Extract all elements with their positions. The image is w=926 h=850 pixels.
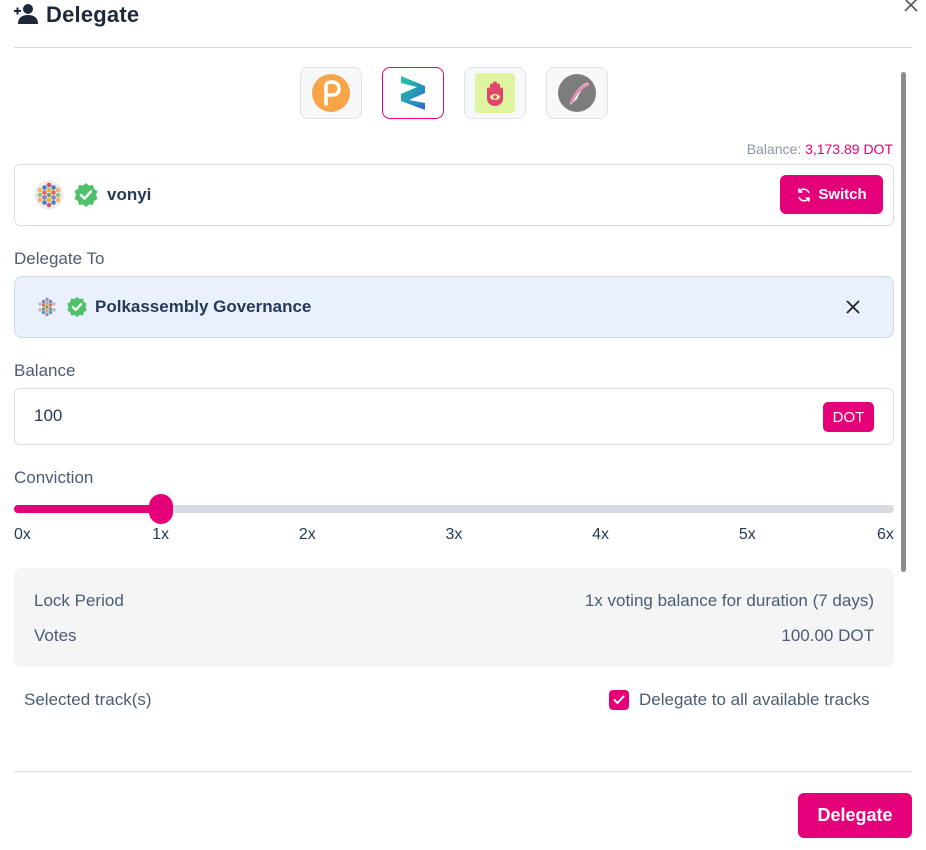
selected-tracks-label: Selected track(s) <box>24 690 152 709</box>
conviction-tick-0x[interactable]: 0x <box>14 526 31 544</box>
balance-label: Balance: <box>746 141 802 157</box>
switch-account-button[interactable]: Switch <box>780 175 883 214</box>
wallet-option-polkadot[interactable] <box>300 67 362 119</box>
lock-period-value: 1x voting balance for duration (7 days) <box>584 591 874 610</box>
conviction-tick-5x[interactable]: 5x <box>739 526 756 544</box>
lock-period-label: Lock Period <box>34 591 124 610</box>
footer-divider <box>14 771 912 772</box>
polkadot-wallet-icon <box>312 74 350 112</box>
delegate-to-name: Polkassembly Governance <box>95 297 312 316</box>
wallet-option-polkagate[interactable] <box>546 67 608 119</box>
talisman-icon <box>475 73 515 113</box>
conviction-tick-3x[interactable]: 3x <box>446 526 463 544</box>
delegate-to-label: Delegate To <box>14 249 105 268</box>
polkagate-icon <box>558 74 596 112</box>
refresh-icon <box>798 187 811 202</box>
wallet-option-subwallet[interactable] <box>382 67 444 119</box>
conviction-tick-1x[interactable]: 1x <box>152 526 169 544</box>
wallet-option-talisman[interactable] <box>464 67 526 119</box>
votes-label: Votes <box>34 626 77 645</box>
verified-icon <box>67 296 87 318</box>
all-tracks-checkbox[interactable] <box>609 690 629 710</box>
identicon-avatar <box>36 296 58 318</box>
conviction-tick-6x[interactable]: 6x <box>877 526 894 544</box>
amount-input[interactable] <box>34 405 634 427</box>
account-name: vonyi <box>107 185 152 204</box>
conviction-slider-fill <box>14 505 161 513</box>
identicon-avatar <box>34 180 64 210</box>
add-user-icon <box>14 4 38 24</box>
switch-label: Switch <box>818 186 867 203</box>
conviction-tick-2x[interactable]: 2x <box>299 526 316 544</box>
checkmark-icon <box>613 695 625 704</box>
clear-delegate-icon[interactable] <box>845 299 861 315</box>
lock-info-panel <box>14 568 894 667</box>
conviction-tick-4x[interactable]: 4x <box>592 526 609 544</box>
conviction-slider-thumb[interactable] <box>148 494 173 524</box>
votes-value: 100.00 DOT <box>781 626 874 645</box>
subwallet-icon <box>401 76 425 110</box>
all-tracks-label[interactable]: Delegate to all available tracks <box>639 690 870 710</box>
balance-value: 3,173.89 DOT <box>805 141 893 157</box>
conviction-label: Conviction <box>14 468 94 487</box>
header-divider <box>14 47 912 48</box>
modal-title: Delegate <box>46 2 140 27</box>
close-icon[interactable] <box>902 0 920 14</box>
balance-display: Balance: 3,173.89 DOT <box>747 141 893 157</box>
verified-icon <box>74 183 98 207</box>
amount-label: Balance <box>14 361 76 380</box>
scrollbar[interactable] <box>901 72 906 572</box>
delegate-button[interactable]: Delegate <box>798 793 912 838</box>
unit-badge: DOT <box>823 402 874 432</box>
